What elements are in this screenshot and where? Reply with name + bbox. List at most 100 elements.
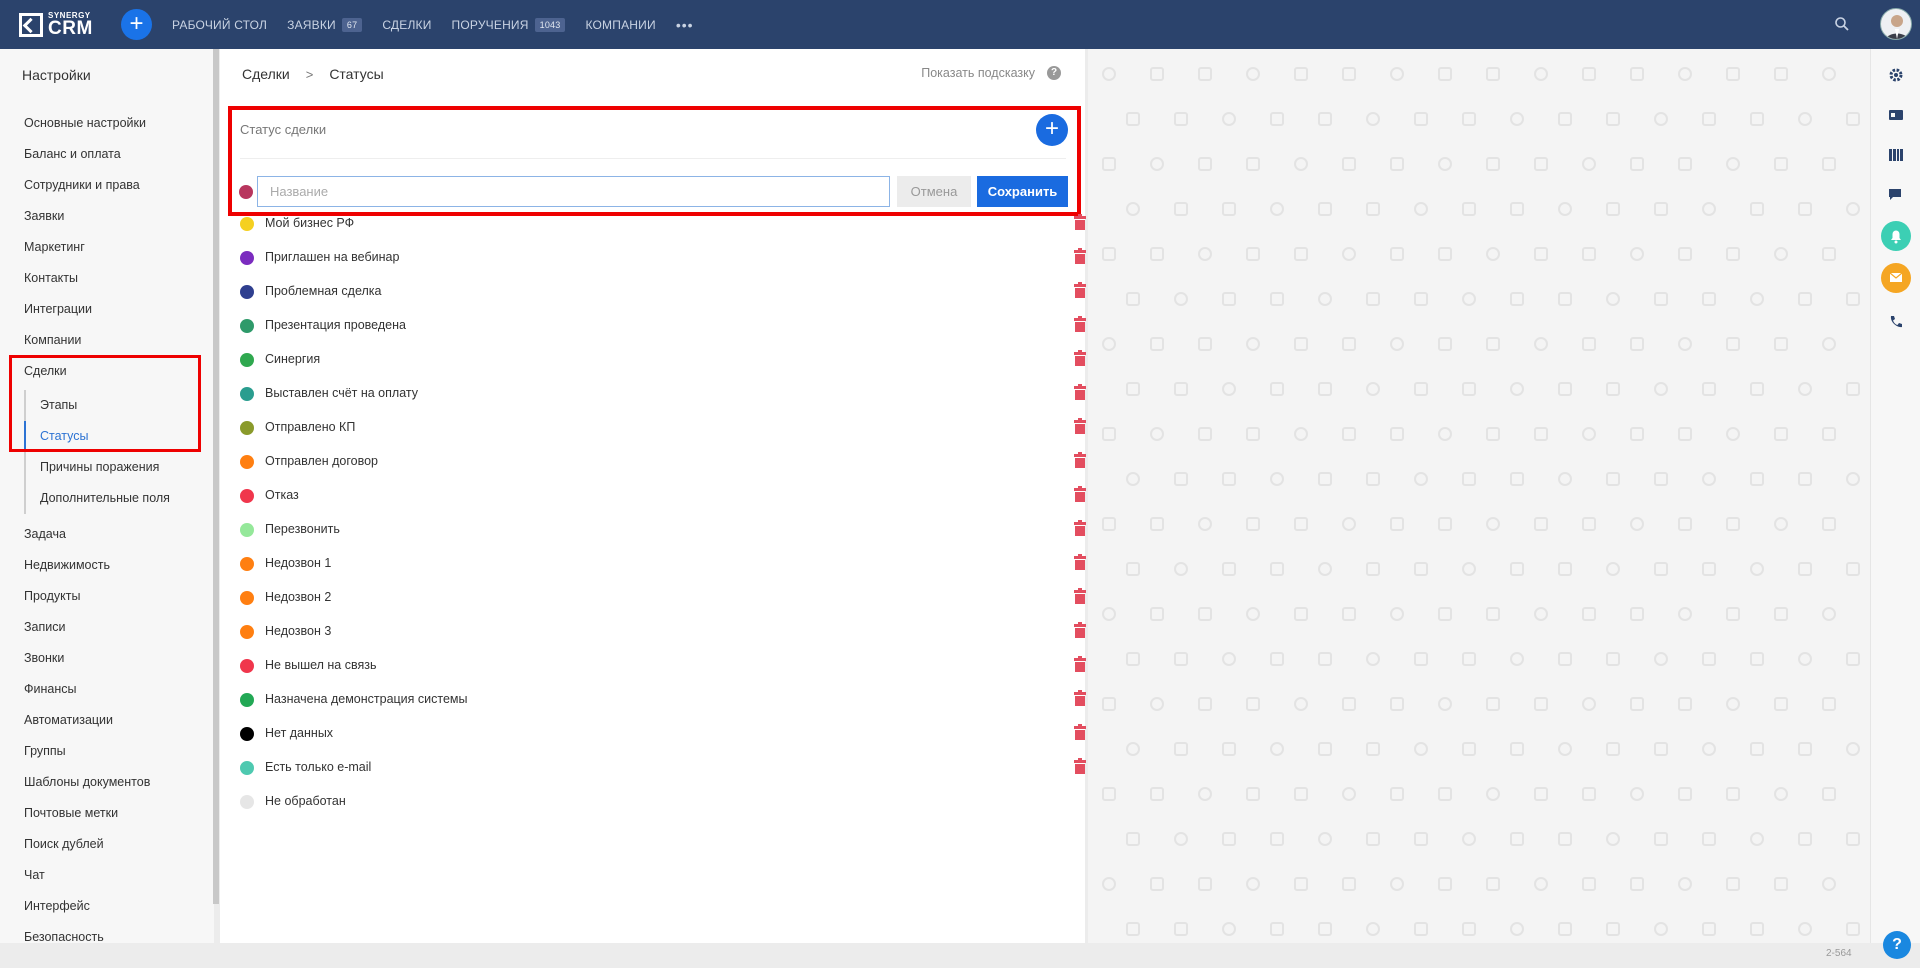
more-menu-icon[interactable]: •••: [676, 17, 694, 33]
status-label[interactable]: Недозвон 2: [265, 590, 331, 604]
status-color-dot[interactable]: [240, 285, 254, 299]
status-color-dot[interactable]: [240, 421, 254, 435]
status-label[interactable]: Проблемная сделка: [265, 284, 382, 298]
phone-icon[interactable]: [1888, 314, 1904, 330]
sidebar-item[interactable]: Контакты: [24, 271, 78, 285]
status-color-dot[interactable]: [240, 693, 254, 707]
trash-icon[interactable]: [1074, 724, 1086, 740]
trash-icon[interactable]: [1074, 282, 1086, 298]
mail-envelope-icon[interactable]: [1881, 263, 1911, 293]
sidebar-item[interactable]: Интеграции: [24, 302, 92, 316]
nav-deals[interactable]: СДЕЛКИ: [382, 18, 431, 32]
notifications-bell-icon[interactable]: [1881, 221, 1911, 251]
status-label[interactable]: Мой бизнес РФ: [265, 216, 354, 230]
status-row[interactable]: Выставлен счёт на оплату: [240, 380, 1086, 408]
status-label[interactable]: Отправлен договор: [265, 454, 378, 468]
status-label[interactable]: Отправлено КП: [265, 420, 355, 434]
status-label[interactable]: Приглашен на вебинар: [265, 250, 399, 264]
sidebar-item[interactable]: Основные настройки: [24, 116, 146, 130]
status-color-dot[interactable]: [240, 353, 254, 367]
status-row[interactable]: Проблемная сделка: [240, 278, 1086, 306]
sidebar-item[interactable]: Маркетинг: [24, 240, 85, 254]
status-color-dot[interactable]: [240, 591, 254, 605]
gear-icon[interactable]: [1888, 67, 1904, 83]
sidebar-item[interactable]: Интерфейс: [24, 899, 90, 913]
user-avatar[interactable]: [1880, 8, 1912, 40]
sidebar-item[interactable]: Записи: [24, 620, 66, 634]
status-row[interactable]: Синергия: [240, 346, 1086, 374]
sidebar-item[interactable]: Компании: [24, 333, 81, 347]
status-label[interactable]: Выставлен счёт на оплату: [265, 386, 418, 400]
trash-icon[interactable]: [1074, 656, 1086, 672]
save-button[interactable]: Сохранить: [977, 176, 1068, 207]
sidebar-item[interactable]: Шаблоны документов: [24, 775, 150, 789]
sidebar-subitem[interactable]: Причины поражения: [40, 460, 159, 474]
trash-icon[interactable]: [1074, 622, 1086, 638]
trash-icon[interactable]: [1074, 316, 1086, 332]
status-color-dot[interactable]: [240, 489, 254, 503]
status-label[interactable]: Не обработан: [265, 794, 346, 808]
trash-icon[interactable]: [1074, 520, 1086, 536]
help-button[interactable]: ?: [1883, 931, 1911, 959]
search-icon[interactable]: [1834, 16, 1850, 32]
status-row[interactable]: Недозвон 2: [240, 584, 1086, 612]
sidebar-scrollbar[interactable]: [213, 49, 219, 904]
sidebar-item[interactable]: Баланс и оплата: [24, 147, 121, 161]
trash-icon[interactable]: [1074, 554, 1086, 570]
status-color-dot[interactable]: [240, 319, 254, 333]
trash-icon[interactable]: [1074, 452, 1086, 468]
status-color-dot[interactable]: [240, 387, 254, 401]
trash-icon[interactable]: [1074, 214, 1086, 230]
trash-icon[interactable]: [1074, 248, 1086, 264]
chat-icon[interactable]: [1888, 187, 1904, 203]
trash-icon[interactable]: [1074, 486, 1086, 502]
status-row[interactable]: Приглашен на вебинар: [240, 244, 1086, 272]
status-label[interactable]: Отказ: [265, 488, 299, 502]
show-hint-link[interactable]: Показать подсказку ?: [921, 66, 1061, 80]
status-label[interactable]: Назначена демонстрация системы: [265, 692, 468, 706]
status-label[interactable]: Синергия: [265, 352, 320, 366]
sidebar-item[interactable]: Звонки: [24, 651, 64, 665]
status-label[interactable]: Не вышел на связь: [265, 658, 377, 672]
status-label[interactable]: Нет данных: [265, 726, 333, 740]
status-color-dot[interactable]: [240, 455, 254, 469]
status-color-dot[interactable]: [240, 761, 254, 775]
new-status-color-picker[interactable]: [239, 185, 253, 199]
nav-tasks[interactable]: ПОРУЧЕНИЯ 1043: [452, 17, 566, 32]
cancel-button[interactable]: Отмена: [897, 176, 971, 207]
sidebar-item[interactable]: Чат: [24, 868, 45, 882]
nav-companies[interactable]: КОМПАНИИ: [585, 18, 655, 32]
add-status-button[interactable]: +: [1036, 114, 1068, 146]
sidebar-item[interactable]: Группы: [24, 744, 66, 758]
nav-desktop[interactable]: РАБОЧИЙ СТОЛ: [172, 18, 267, 32]
sidebar-item[interactable]: Недвижимость: [24, 558, 110, 572]
sidebar-item[interactable]: Поиск дублей: [24, 837, 104, 851]
status-row[interactable]: Недозвон 3: [240, 618, 1086, 646]
trash-icon[interactable]: [1074, 384, 1086, 400]
global-add-button[interactable]: +: [121, 9, 152, 40]
synergy-crm-logo[interactable]: SYNERGY CRM: [19, 12, 93, 38]
status-color-dot[interactable]: [240, 251, 254, 265]
status-row[interactable]: Отправлен договор: [240, 448, 1086, 476]
status-color-dot[interactable]: [240, 727, 254, 741]
status-name-input[interactable]: [257, 176, 890, 207]
status-row[interactable]: Отправлено КП: [240, 414, 1086, 442]
sidebar-item[interactable]: Сотрудники и права: [24, 178, 140, 192]
sidebar-item[interactable]: Безопасность: [24, 930, 104, 944]
status-color-dot[interactable]: [240, 217, 254, 231]
status-label[interactable]: Есть только e-mail: [265, 760, 371, 774]
status-color-dot[interactable]: [240, 795, 254, 809]
trash-icon[interactable]: [1074, 588, 1086, 604]
status-label[interactable]: Недозвон 1: [265, 556, 331, 570]
sidebar-subitem[interactable]: Дополнительные поля: [40, 491, 170, 505]
trash-icon[interactable]: [1074, 418, 1086, 434]
nav-requests[interactable]: ЗАЯВКИ 67: [287, 17, 363, 32]
status-row[interactable]: Презентация проведена: [240, 312, 1086, 340]
sidebar-item[interactable]: Автоматизации: [24, 713, 113, 727]
trash-icon[interactable]: [1074, 350, 1086, 366]
trash-icon[interactable]: [1074, 758, 1086, 774]
status-row[interactable]: Не обработан: [240, 788, 1073, 816]
status-label[interactable]: Перезвонить: [265, 522, 340, 536]
trash-icon[interactable]: [1074, 690, 1086, 706]
status-row[interactable]: Недозвон 1: [240, 550, 1086, 578]
